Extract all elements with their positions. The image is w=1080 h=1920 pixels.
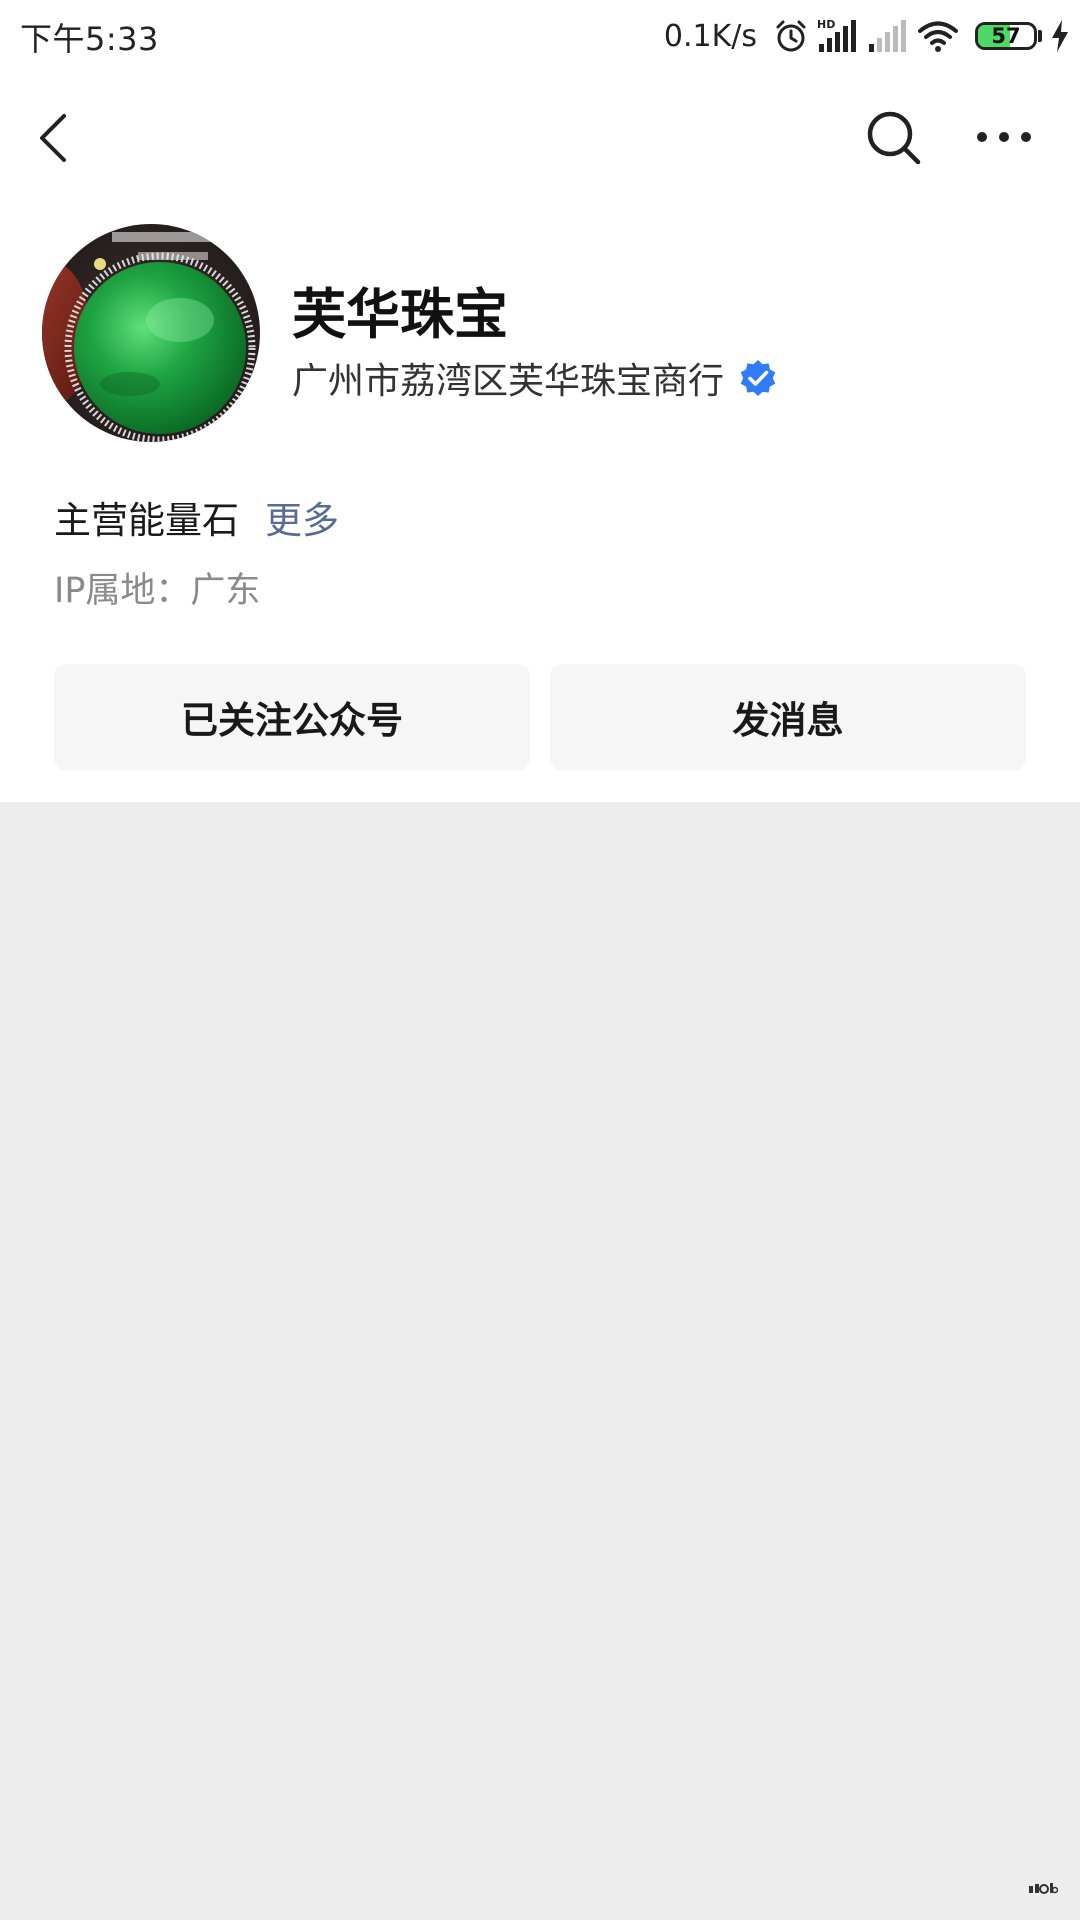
ip-location: IP属地：广东: [54, 571, 261, 611]
battery-icon: 57: [975, 22, 1037, 50]
svg-text:HD: HD: [817, 18, 835, 31]
intro-row: 主营能量石 更多: [54, 490, 339, 544]
send-message-button[interactable]: 发消息: [550, 664, 1026, 770]
company-row[interactable]: 广州市荔湾区芙华珠宝商行: [292, 352, 778, 404]
status-bar: 下午5:33 0.1K/s HD 57: [0, 0, 1080, 72]
net-speed: 0.1K/s: [663, 18, 757, 54]
avatar[interactable]: [42, 224, 260, 442]
account-name: 芙华珠宝: [292, 283, 508, 346]
signal-icon: [869, 20, 906, 52]
intro-more-link[interactable]: 更多: [265, 490, 339, 544]
hd-signal-icon: HD: [817, 18, 856, 52]
alarm-icon: [776, 20, 806, 52]
watermark-logo: [1028, 1881, 1059, 1898]
status-icons: 0.1K/s HD 57: [664, 12, 1070, 60]
search-icon[interactable]: [864, 108, 924, 168]
nav-bar: [0, 92, 1080, 182]
followed-button[interactable]: 已关注公众号: [54, 664, 530, 770]
battery-level: 57: [991, 24, 1021, 48]
more-dots-icon[interactable]: [974, 112, 1034, 162]
status-time: 下午5:33: [20, 20, 159, 58]
verified-badge-icon: [740, 360, 776, 396]
battery-cap: [1038, 30, 1042, 42]
jade-pendant-image: [42, 224, 260, 442]
intro-text: 主营能量石: [54, 499, 239, 542]
screen: 下午5:33 0.1K/s HD 57 芙华珠宝 广州市荔湾区芙华珠宝商行 主营…: [0, 0, 1080, 1920]
charging-icon: [1052, 20, 1068, 52]
company-name: 广州市荔湾区芙华珠宝商行: [292, 361, 725, 402]
back-icon[interactable]: [30, 110, 80, 166]
wifi-icon: [918, 21, 958, 52]
